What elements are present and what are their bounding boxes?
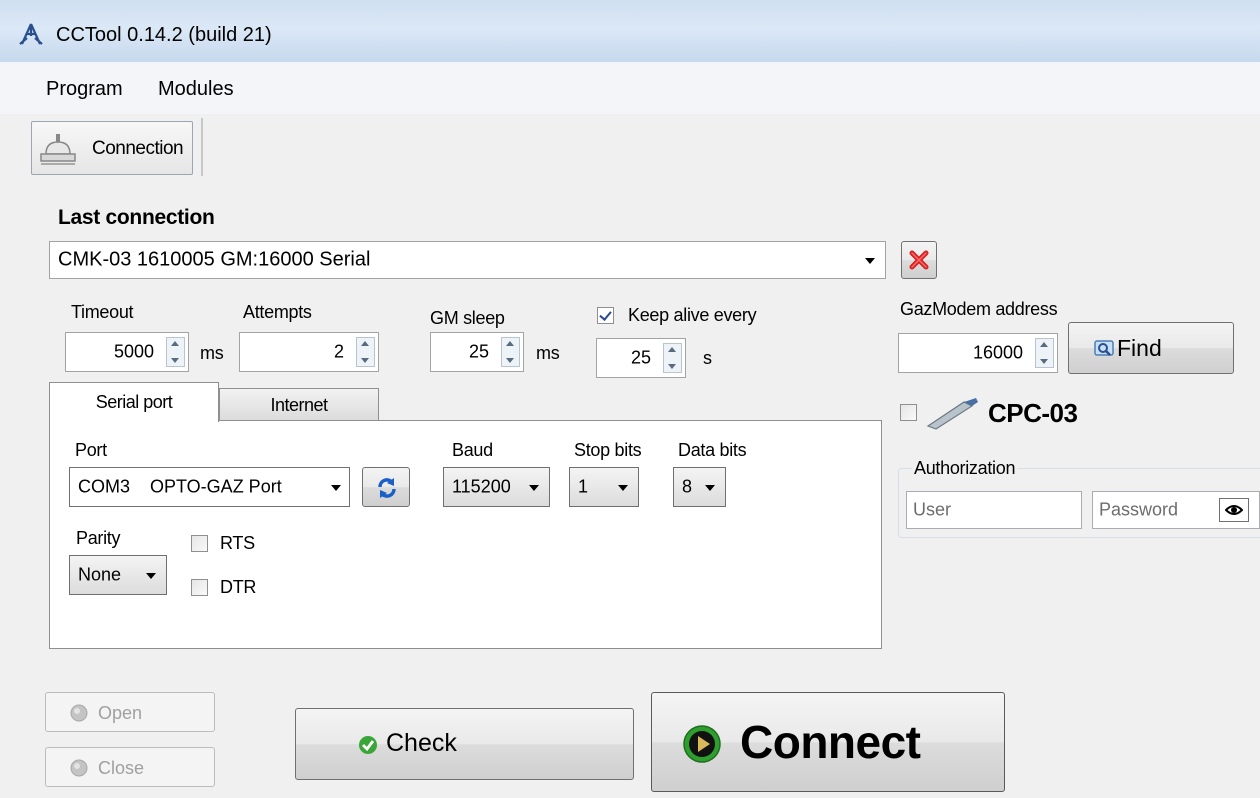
connect-button[interactable]: Connect (651, 692, 1005, 792)
dtr-checkbox[interactable] (191, 579, 208, 596)
attempts-spinner[interactable]: 2 (239, 332, 379, 372)
spinner-arrows-icon[interactable] (501, 337, 520, 367)
data-bits-label: Data bits (678, 440, 747, 460)
app-logo-icon (19, 23, 43, 45)
tab-internet[interactable]: Internet (219, 388, 379, 421)
user-field[interactable]: User (906, 491, 1082, 529)
open-icon (70, 704, 88, 722)
data-bits-select[interactable]: 8 (673, 467, 726, 507)
timeout-value: 5000 (113, 341, 154, 362)
keep-alive-label: Keep alive every (628, 305, 757, 325)
chevron-down-icon (146, 573, 156, 579)
baud-select[interactable]: 115200 (443, 467, 550, 507)
stop-bits-select[interactable]: 1 (569, 467, 639, 507)
gm-sleep-value: 25 (468, 341, 489, 362)
spinner-arrows-icon[interactable] (166, 337, 185, 367)
keep-alive-value: 25 (630, 347, 651, 368)
user-placeholder: User (913, 499, 952, 520)
connection-icon (40, 134, 76, 165)
close-button[interactable]: Close (45, 747, 215, 787)
title-bar: CCTool 0.14.2 (build 21) (0, 0, 1260, 62)
password-field[interactable]: Password (1092, 491, 1260, 529)
gm-sleep-spinner[interactable]: 25 (430, 332, 524, 372)
parity-value: None (78, 564, 122, 585)
check-button-label: Check (386, 729, 457, 757)
rts-checkbox[interactable] (191, 535, 208, 552)
attempts-value: 2 (333, 341, 344, 362)
chevron-down-icon (705, 485, 715, 491)
check-icon (359, 736, 377, 754)
keep-alive-spinner[interactable]: 25 (596, 338, 686, 378)
keep-alive-checkbox[interactable] (597, 307, 614, 324)
gm-sleep-label: GM sleep (430, 308, 505, 328)
timeout-label: Timeout (71, 302, 134, 322)
attempts-label: Attempts (243, 302, 312, 322)
port-label: Port (75, 440, 107, 460)
parity-label: Parity (76, 528, 121, 548)
window-title: CCTool 0.14.2 (build 21) (56, 24, 272, 46)
close-button-label: Close (98, 758, 145, 778)
port-value: COM3 OPTO-GAZ Port (78, 476, 282, 497)
find-button-label: Find (1117, 335, 1162, 361)
spinner-arrows-icon[interactable] (356, 337, 375, 367)
open-button-label: Open (98, 703, 143, 723)
spinner-arrows-icon[interactable] (1035, 338, 1054, 368)
last-connection-value: CMK-03 1610005 GM:16000 Serial (58, 248, 371, 271)
delete-icon (909, 250, 929, 270)
cpc-label: CPC-03 (988, 398, 1078, 428)
connection-toolbar-label: Connection (92, 138, 184, 159)
port-select[interactable]: COM3 OPTO-GAZ Port (69, 467, 350, 507)
check-button[interactable]: Check (295, 708, 634, 780)
play-icon (683, 725, 721, 763)
last-connection-heading: Last connection (58, 206, 215, 229)
refresh-ports-button[interactable] (362, 467, 410, 507)
stop-bits-label: Stop bits (574, 440, 642, 460)
find-icon (1094, 340, 1114, 356)
password-placeholder: Password (1099, 499, 1179, 520)
keep-alive-unit: s (703, 348, 712, 368)
data-bits-value: 8 (682, 476, 693, 497)
menu-program[interactable]: Program (46, 78, 123, 101)
spinner-arrows-icon[interactable] (663, 343, 682, 373)
timeout-spinner[interactable]: 5000 (65, 332, 189, 372)
connect-button-label: Connect (740, 716, 921, 768)
gm-sleep-unit: ms (536, 343, 560, 363)
gazmodem-address-spinner[interactable]: 16000 (898, 333, 1058, 373)
stop-bits-value: 1 (578, 476, 589, 497)
app-window: CCTool 0.14.2 (build 21) Program Modules… (0, 0, 1260, 798)
chevron-down-icon (331, 485, 341, 491)
find-button[interactable]: Find (1068, 322, 1234, 374)
connection-toolbar-button[interactable]: Connection (31, 121, 193, 175)
tab-serial-port-label: Serial port (95, 392, 173, 412)
delete-connection-button[interactable] (901, 241, 937, 279)
refresh-icon (378, 478, 396, 498)
chevron-down-icon (529, 485, 539, 491)
gazmodem-address-value: 16000 (972, 342, 1023, 363)
baud-value: 115200 (452, 476, 511, 497)
tab-serial-port[interactable]: Serial port (49, 382, 219, 422)
chevron-down-icon (865, 258, 875, 264)
toolbar-separator (201, 118, 203, 176)
tab-internet-label: Internet (270, 395, 328, 415)
menu-modules[interactable]: Modules (158, 78, 234, 101)
rts-label: RTS (220, 533, 255, 553)
last-connection-select[interactable]: CMK-03 1610005 GM:16000 Serial (49, 241, 886, 279)
cpc-checkbox[interactable] (900, 404, 917, 421)
baud-label: Baud (452, 440, 493, 460)
parity-select[interactable]: None (69, 555, 167, 595)
close-port-icon (70, 759, 88, 777)
timeout-unit: ms (200, 343, 224, 363)
chevron-down-icon (618, 485, 628, 491)
dtr-label: DTR (220, 577, 257, 597)
eye-icon (1225, 505, 1243, 515)
authorization-title: Authorization (912, 458, 1018, 479)
gazmodem-label: GazModem address (900, 299, 1058, 319)
show-password-button[interactable] (1219, 498, 1249, 522)
probe-icon (926, 398, 978, 430)
open-button[interactable]: Open (45, 692, 215, 732)
